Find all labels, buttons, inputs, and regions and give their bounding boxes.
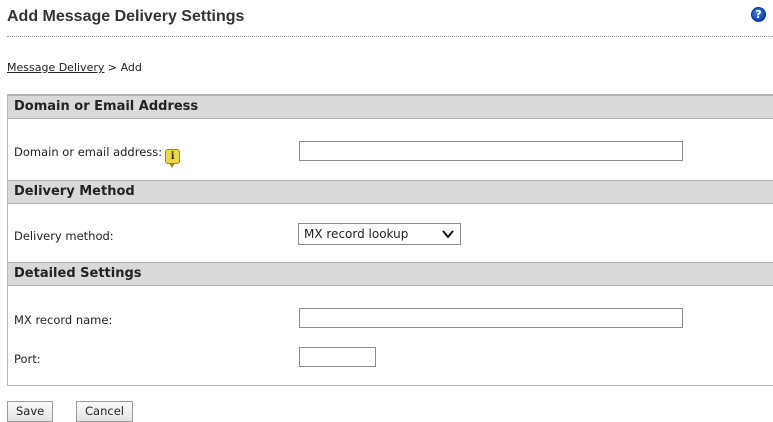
mx-record-input[interactable] <box>299 308 683 328</box>
chevron-down-icon <box>442 230 454 239</box>
domain-email-input[interactable] <box>299 141 683 161</box>
help-icon[interactable]: ? <box>751 7 766 22</box>
mx-record-label: MX record name: <box>14 313 113 327</box>
port-input[interactable] <box>299 347 376 367</box>
breadcrumb-current: Add <box>120 61 142 74</box>
breadcrumb-separator: > <box>104 61 121 74</box>
delivery-method-select[interactable]: MX record lookup <box>298 223 461 245</box>
section-header-domain: Domain or Email Address <box>8 95 773 119</box>
section-header-detailed: Detailed Settings <box>8 262 773 286</box>
page-title: Add Message Delivery Settings <box>7 8 245 25</box>
delivery-method-label: Delivery method: <box>14 229 114 243</box>
cancel-button[interactable]: Cancel <box>76 401 133 422</box>
save-button[interactable]: Save <box>7 401 54 422</box>
info-icon[interactable]: i <box>165 149 181 168</box>
domain-field-label: Domain or email address: i <box>14 145 181 168</box>
breadcrumb: Message Delivery > Add <box>7 61 142 74</box>
section-header-delivery: Delivery Method <box>8 180 773 204</box>
delivery-method-value: MX record lookup <box>304 227 409 241</box>
breadcrumb-link-message-delivery[interactable]: Message Delivery <box>7 61 104 74</box>
title-divider <box>7 36 773 37</box>
domain-label-text: Domain or email address: <box>14 145 163 159</box>
settings-panel: Domain or Email Address Domain or email … <box>7 94 773 386</box>
port-label: Port: <box>14 352 41 366</box>
